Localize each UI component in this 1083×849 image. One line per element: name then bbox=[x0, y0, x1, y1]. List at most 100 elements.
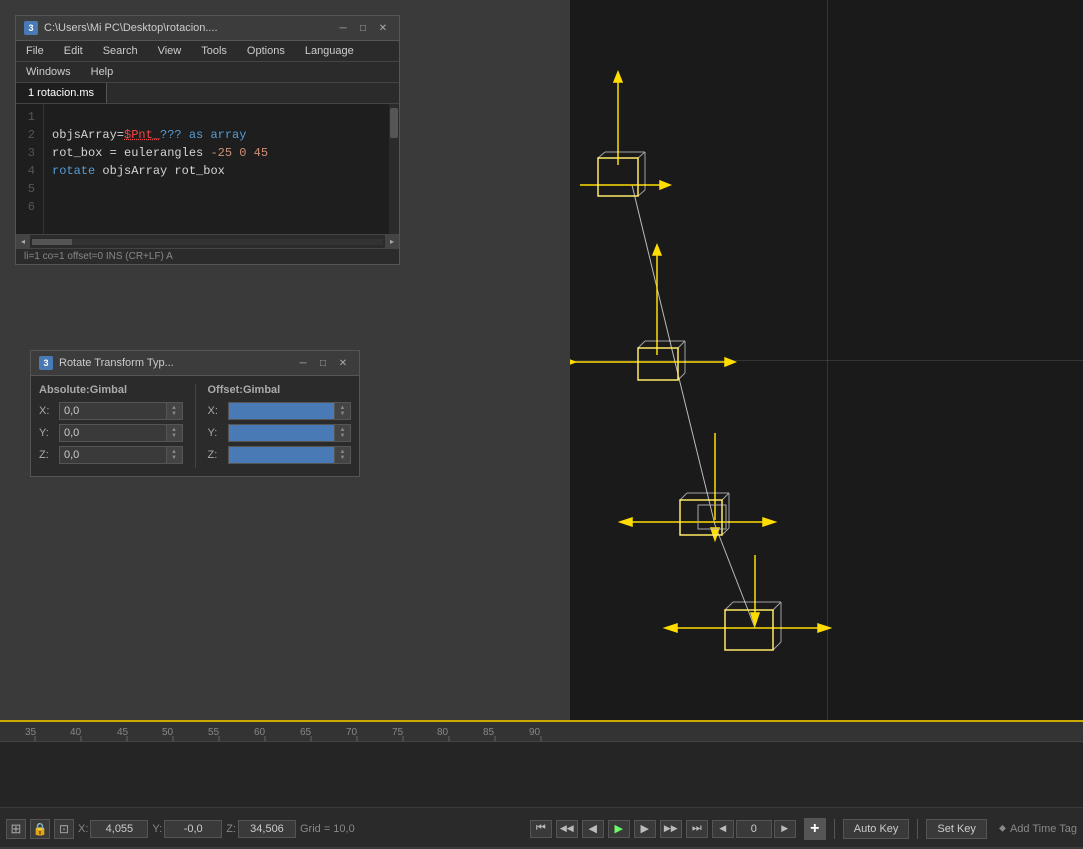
absolute-z-spinner[interactable]: ▲ ▼ bbox=[167, 446, 183, 464]
offset-z-spinner[interactable]: ▲ ▼ bbox=[335, 446, 351, 464]
absolute-z-label: Z: bbox=[39, 449, 59, 461]
code-line-1 bbox=[52, 108, 381, 126]
prev-key-button[interactable]: ◀◀ bbox=[556, 820, 578, 838]
transform-window-controls: ─ □ ✕ bbox=[295, 355, 351, 371]
add-time-tag-label[interactable]: Add Time Tag bbox=[1010, 823, 1077, 835]
offset-y-spinner[interactable]: ▲ ▼ bbox=[335, 424, 351, 442]
code-editor-titlebar: 3 C:\Users\Mi PC\Desktop\rotacion.... ─ … bbox=[16, 16, 399, 41]
svg-text:75: 75 bbox=[392, 727, 404, 738]
svg-text:50: 50 bbox=[162, 727, 174, 738]
h-scroll-track[interactable] bbox=[32, 239, 383, 245]
absolute-x-spinner[interactable]: ▲ ▼ bbox=[167, 402, 183, 420]
code-editor-window: 3 C:\Users\Mi PC\Desktop\rotacion.... ─ … bbox=[15, 15, 400, 265]
scroll-left-button[interactable]: ◂ bbox=[16, 235, 30, 249]
z-coord-group: Z: 34,506 bbox=[226, 820, 296, 838]
code-scrollbar[interactable] bbox=[389, 104, 399, 234]
timeline-ruler[interactable]: 35 40 45 50 55 60 65 70 75 80 bbox=[0, 722, 1083, 742]
grid-info-label: Grid = 10,0 bbox=[300, 823, 355, 835]
transform-minimize-button[interactable]: ─ bbox=[295, 355, 311, 371]
transform-title: Rotate Transform Typ... bbox=[59, 357, 174, 369]
timeline-controls: ⊞ 🔒 ⊡ X: 4,055 Y: -0,0 Z: 34,506 Grid = … bbox=[0, 807, 1083, 849]
transform-icon: 3 bbox=[39, 356, 53, 370]
code-content[interactable]: objsArray=$Pnt_??? as array rot_box = eu… bbox=[44, 104, 389, 234]
offset-y-input[interactable] bbox=[228, 424, 336, 442]
absolute-y-input[interactable] bbox=[59, 424, 167, 442]
separator-2 bbox=[917, 819, 918, 839]
minimize-button[interactable]: ─ bbox=[335, 20, 351, 36]
absolute-z-row: Z: ▲ ▼ bbox=[39, 446, 183, 464]
menu-help[interactable]: Help bbox=[85, 64, 120, 80]
h-scroll-thumb bbox=[32, 239, 72, 245]
line-numbers: 1 2 3 4 5 6 bbox=[16, 104, 44, 234]
frame-input[interactable] bbox=[736, 820, 772, 838]
auto-key-button[interactable]: Auto Key bbox=[843, 819, 910, 839]
next-end-button[interactable]: ⏭ bbox=[686, 820, 708, 838]
menu-language[interactable]: Language bbox=[299, 43, 360, 59]
svg-text:70: 70 bbox=[346, 727, 358, 738]
timeline-tracks[interactable] bbox=[0, 742, 1083, 807]
x-coord-label: X: bbox=[78, 823, 88, 835]
play-button[interactable]: ▶ bbox=[608, 820, 630, 838]
absolute-x-input[interactable] bbox=[59, 402, 167, 420]
transform-body: Absolute:Gimbal X: ▲ ▼ Y: ▲ ▼ Z: bbox=[31, 376, 359, 476]
offset-x-spinner[interactable]: ▲ ▼ bbox=[335, 402, 351, 420]
x-coord-value: 4,055 bbox=[90, 820, 148, 838]
prev-start-button[interactable]: ⏮ bbox=[530, 820, 552, 838]
menu-windows[interactable]: Windows bbox=[20, 64, 77, 80]
frame-step-fwd[interactable]: ▶ bbox=[774, 820, 796, 838]
frame-step-back[interactable]: ◀ bbox=[712, 820, 734, 838]
menu-tools[interactable]: Tools bbox=[195, 43, 233, 59]
menu-file[interactable]: File bbox=[20, 43, 50, 59]
transform-close-button[interactable]: ✕ bbox=[335, 355, 351, 371]
transform-restore-button[interactable]: □ bbox=[315, 355, 331, 371]
scroll-right-button[interactable]: ▸ bbox=[385, 235, 399, 249]
offset-z-label: Z: bbox=[208, 449, 228, 461]
svg-text:40: 40 bbox=[70, 727, 82, 738]
window-title: C:\Users\Mi PC\Desktop\rotacion.... bbox=[44, 22, 218, 34]
absolute-label: Absolute:Gimbal bbox=[39, 384, 183, 396]
viewport-svg bbox=[570, 0, 1083, 720]
offset-x-row: X: ▲ ▼ bbox=[208, 402, 352, 420]
absolute-x-label: X: bbox=[39, 405, 59, 417]
set-key-button[interactable]: Set Key bbox=[926, 819, 987, 839]
status-bar: li=1 co=1 offset=0 INS (CR+LF) A bbox=[16, 248, 399, 264]
next-frame-button[interactable]: ▶ bbox=[634, 820, 656, 838]
viewport-3d[interactable] bbox=[570, 0, 1083, 720]
absolute-z-input[interactable] bbox=[59, 446, 167, 464]
offset-z-input[interactable] bbox=[228, 446, 336, 464]
timeline-wrapper: 35 40 45 50 55 60 65 70 75 80 bbox=[0, 720, 1083, 847]
add-time-tag-icon: ⬥ bbox=[999, 823, 1006, 834]
next-key-button[interactable]: ▶▶ bbox=[660, 820, 682, 838]
grid-info: Grid = 10,0 bbox=[300, 823, 355, 835]
svg-text:55: 55 bbox=[208, 727, 220, 738]
z-coord-label: Z: bbox=[226, 823, 236, 835]
tab-rotacion-ms[interactable]: 1 rotacion.ms bbox=[16, 83, 107, 103]
restore-button[interactable]: □ bbox=[355, 20, 371, 36]
menu-search[interactable]: Search bbox=[97, 43, 144, 59]
transform-titlebar: 3 Rotate Transform Typ... ─ □ ✕ bbox=[31, 351, 359, 376]
menu-view[interactable]: View bbox=[152, 43, 188, 59]
code-line-2: objsArray=$Pnt_??? as array bbox=[52, 126, 381, 144]
close-button[interactable]: ✕ bbox=[375, 20, 391, 36]
code-line-3: rot_box = eulerangles -25 0 45 bbox=[52, 144, 381, 162]
tab-bar: 1 rotacion.ms bbox=[16, 83, 399, 104]
y-coord-group: Y: -0,0 bbox=[152, 820, 222, 838]
separator-1 bbox=[834, 819, 835, 839]
x-coord-group: X: 4,055 bbox=[78, 820, 148, 838]
absolute-y-row: Y: ▲ ▼ bbox=[39, 424, 183, 442]
offset-x-label: X: bbox=[208, 405, 228, 417]
absolute-y-spinner[interactable]: ▲ ▼ bbox=[167, 424, 183, 442]
offset-x-input[interactable] bbox=[228, 402, 336, 420]
plus-button[interactable]: + bbox=[804, 818, 826, 840]
lock-button[interactable]: 🔒 bbox=[30, 819, 50, 839]
prev-frame-button[interactable]: ◀ bbox=[582, 820, 604, 838]
grid-button[interactable]: ⊡ bbox=[54, 819, 74, 839]
y-coord-value: -0,0 bbox=[164, 820, 222, 838]
svg-text:85: 85 bbox=[483, 727, 495, 738]
svg-text:65: 65 bbox=[300, 727, 312, 738]
absolute-section: Absolute:Gimbal X: ▲ ▼ Y: ▲ ▼ Z: bbox=[39, 384, 183, 468]
menu-bar-2: Windows Help bbox=[16, 62, 399, 83]
snap-toggle-button[interactable]: ⊞ bbox=[6, 819, 26, 839]
menu-edit[interactable]: Edit bbox=[58, 43, 89, 59]
menu-options[interactable]: Options bbox=[241, 43, 291, 59]
